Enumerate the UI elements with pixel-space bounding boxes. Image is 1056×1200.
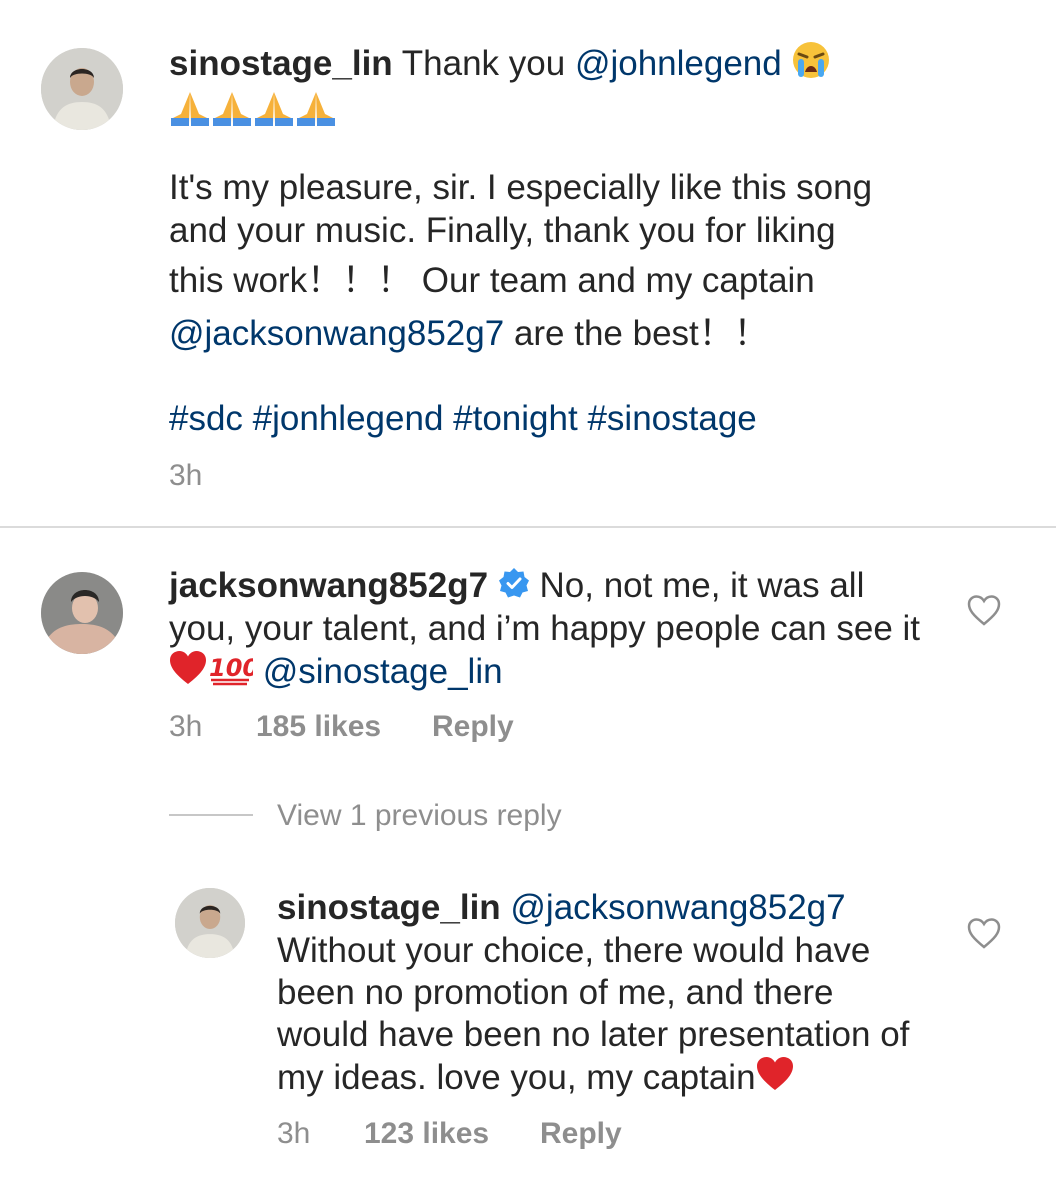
replies-line — [169, 814, 253, 816]
verified-badge-icon — [498, 566, 530, 610]
folded-hands-emoji — [295, 86, 337, 137]
avatar-image — [41, 48, 123, 130]
comment-time: 3h — [169, 459, 203, 492]
comment-body-line: 100 @sinostage_lin — [169, 650, 503, 697]
crying-face-emoji — [791, 40, 831, 91]
reply-button[interactable]: Reply — [432, 709, 514, 745]
folded-hands-emoji — [211, 86, 253, 137]
reply-text: my ideas. love you, my captain — [277, 1058, 756, 1097]
reply-body-line: would have been no later presentation of — [277, 1015, 910, 1054]
comment-username[interactable]: sinostage_lin — [277, 888, 501, 927]
view-previous-replies[interactable]: View 1 previous reply — [277, 798, 562, 834]
like-heart-icon[interactable] — [967, 594, 1001, 628]
mention-link[interactable]: @johnlegend — [575, 44, 782, 83]
comment-username[interactable]: sinostage_lin — [169, 44, 393, 83]
svg-text:100: 100 — [209, 654, 253, 682]
likes-count[interactable]: 123 likes — [364, 1116, 489, 1152]
comment-text: No, not me, it was all — [539, 566, 865, 605]
folded-hands-emoji — [253, 86, 295, 137]
red-heart-emoji — [169, 650, 207, 697]
reply-body-line: been no promotion of me, and there — [277, 973, 834, 1012]
comment-body-line: this work！！！ Our team and my captain — [169, 261, 815, 300]
comment-time: 3h — [277, 1117, 311, 1150]
avatar-image — [41, 572, 123, 654]
like-heart-icon[interactable] — [967, 917, 1001, 951]
hashtag-link[interactable]: #sdc — [169, 399, 243, 438]
red-heart-emoji — [756, 1056, 794, 1103]
folded-hands-emoji — [169, 86, 211, 137]
comment-time: 3h — [169, 710, 203, 743]
reply-line: sinostage_lin @jacksonwang852g7 — [277, 886, 846, 930]
mention-link[interactable]: @sinostage_lin — [263, 652, 503, 691]
reply-button[interactable]: Reply — [540, 1116, 622, 1152]
reply-body-line: Without your choice, there would have — [277, 931, 871, 970]
reply-body-line: my ideas. love you, my captain — [277, 1056, 794, 1103]
comment-body-line: and your music. Finally, thank you for l… — [169, 211, 836, 250]
mention-link[interactable]: @jacksonwang852g7 — [510, 888, 845, 927]
avatar-jacksonwang852g7[interactable] — [41, 572, 123, 654]
comment-body-line: you, your talent, and i’m happy people c… — [169, 609, 921, 648]
mention-link[interactable]: @jacksonwang852g7 — [169, 314, 504, 353]
avatar-sinostage-lin[interactable] — [41, 48, 123, 130]
hashtag-link[interactable]: #tonight — [453, 399, 578, 438]
comment-body-line: @jacksonwang852g7 are the best！！ — [169, 312, 769, 356]
comment-body-line: It's my pleasure, sir. I especially like… — [169, 168, 873, 207]
comment-line: sinostage_lin Thank you @johnlegend — [169, 40, 831, 91]
divider — [0, 526, 1056, 528]
avatar-sinostage-lin[interactable] — [175, 888, 245, 958]
avatar-image — [175, 888, 245, 958]
comment-username[interactable]: jacksonwang852g7 — [169, 566, 488, 605]
comment-line: jacksonwang852g7 No, not me, it was all — [169, 564, 864, 610]
hundred-points-emoji: 100 — [207, 650, 259, 697]
hashtag-line: #sdc #jonhlegend #tonight #sinostage — [169, 397, 757, 441]
hashtag-link[interactable]: #jonhlegend — [253, 399, 444, 438]
pray-emojis — [169, 86, 337, 137]
hashtag-link[interactable]: #sinostage — [587, 399, 756, 438]
comment-text: are the best！！ — [513, 314, 769, 353]
comment-text: Thank you — [401, 43, 566, 83]
likes-count[interactable]: 185 likes — [256, 709, 381, 745]
